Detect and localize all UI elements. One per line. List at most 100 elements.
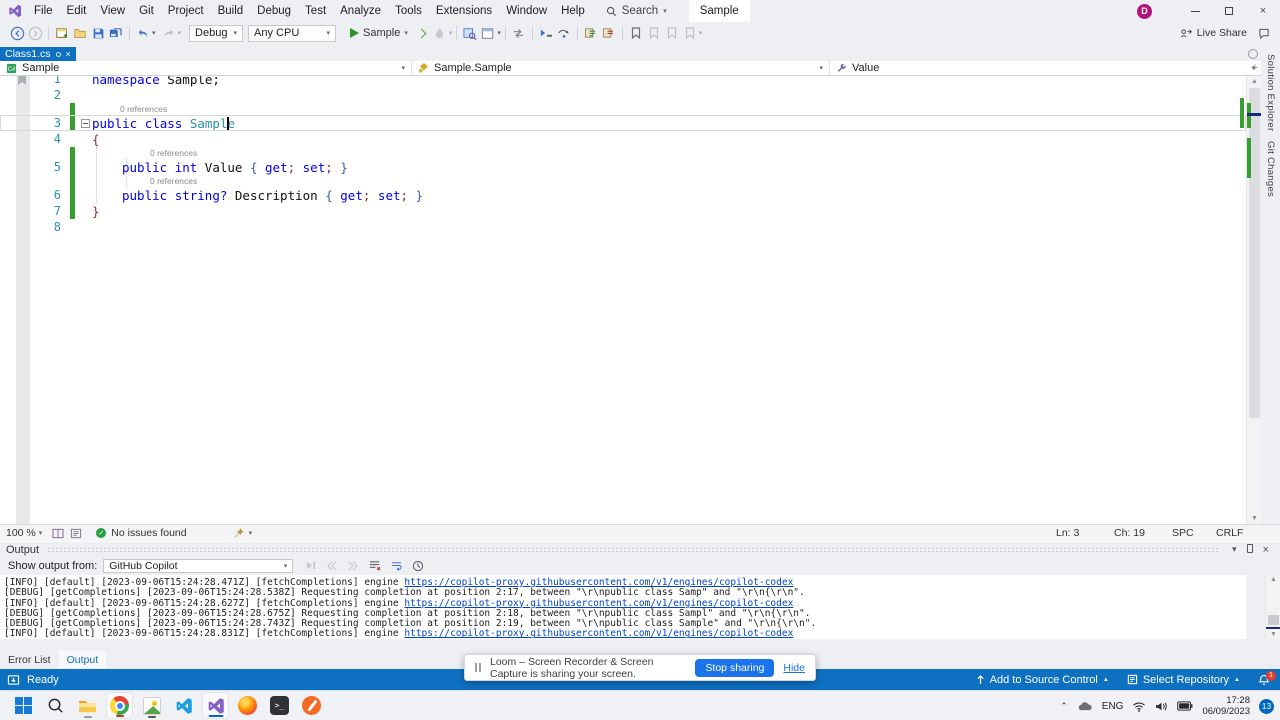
- find-message-icon[interactable]: [305, 560, 317, 571]
- stop-sharing-button[interactable]: Stop sharing: [695, 658, 775, 677]
- window-position-dropdown[interactable]: ▾: [1227, 544, 1242, 555]
- navbar-add-icon[interactable]: +: [1252, 62, 1258, 74]
- pin-panel-icon[interactable]: [1242, 544, 1258, 555]
- editor-vertical-scrollbar[interactable]: ▲ ▼: [1246, 76, 1261, 524]
- toggle-bookmark-button[interactable]: [627, 24, 645, 42]
- hidden-icons-chevron[interactable]: ⌃: [1060, 701, 1068, 712]
- live-share-label[interactable]: Live Share: [1197, 27, 1247, 39]
- terminal-button[interactable]: >_: [266, 692, 293, 719]
- next-bookmark-button[interactable]: [663, 24, 681, 42]
- timestamp-icon[interactable]: [412, 560, 424, 572]
- word-wrap-icon[interactable]: [390, 560, 403, 571]
- start-debugging-button[interactable]: Sample ▾: [346, 24, 412, 42]
- navigate-forward-button[interactable]: [26, 24, 44, 42]
- split-view-icon[interactable]: [52, 528, 64, 539]
- codelens-row[interactable]: 0 references: [0, 175, 1246, 187]
- start-button[interactable]: [10, 692, 37, 719]
- hot-reload-button[interactable]: [431, 24, 449, 42]
- image-app-button[interactable]: [138, 692, 165, 719]
- find-in-files-button[interactable]: [461, 24, 479, 42]
- scrollbar-thumb[interactable]: [1268, 615, 1279, 625]
- menu-test[interactable]: Test: [298, 5, 333, 17]
- new-project-button[interactable]: [53, 24, 71, 42]
- hot-reload-dropdown[interactable]: ▾: [449, 29, 453, 37]
- code-line-5[interactable]: 5 public int Value { get; set; }: [0, 159, 1246, 175]
- open-file-button[interactable]: [71, 24, 89, 42]
- account-avatar[interactable]: D: [1137, 3, 1152, 19]
- project-dropdown[interactable]: C# Sample ▾: [0, 61, 412, 75]
- hide-link[interactable]: Hide: [783, 662, 805, 674]
- log-url-link[interactable]: https://copilot-proxy.githubusercontent.…: [404, 628, 793, 639]
- previous-bookmark-button[interactable]: [645, 24, 663, 42]
- collapse-region-icon[interactable]: [81, 118, 90, 128]
- save-button[interactable]: [89, 24, 107, 42]
- code-line-3[interactable]: 3 public class Sample: [0, 115, 1246, 131]
- type-dropdown[interactable]: Sample.Sample ▾: [412, 61, 830, 75]
- scroll-up-icon[interactable]: ▲: [1266, 576, 1280, 583]
- codelens-row[interactable]: 0 references: [0, 103, 1246, 115]
- battery-icon[interactable]: [1177, 701, 1193, 711]
- member-dropdown[interactable]: Value ▾: [830, 61, 1261, 75]
- scroll-up-icon[interactable]: ▲: [1247, 78, 1261, 85]
- scroll-down-icon[interactable]: ▼: [1247, 515, 1261, 522]
- output-log[interactable]: [INFO] [default] [2023-09-06T15:24:28.47…: [0, 575, 1246, 639]
- window-layout-button[interactable]: [479, 24, 497, 42]
- tab-output[interactable]: Output: [58, 651, 107, 668]
- menu-help[interactable]: Help: [554, 5, 592, 17]
- tab-options-icon[interactable]: [1248, 49, 1258, 59]
- code-line-1[interactable]: 1 namespace Sample;: [0, 76, 1246, 87]
- redo-button[interactable]: [160, 24, 178, 42]
- close-panel-icon[interactable]: ×: [1258, 544, 1274, 556]
- menu-analyze[interactable]: Analyze: [333, 5, 388, 17]
- onedrive-icon[interactable]: [1077, 701, 1093, 712]
- rail-tab-git-changes[interactable]: Git Changes: [1265, 141, 1276, 197]
- bookmarks-overflow-dropdown[interactable]: ▾: [699, 29, 703, 37]
- code-cleanup-icon[interactable]: [233, 527, 246, 539]
- file-explorer-button[interactable]: [74, 692, 101, 719]
- taskbar-search-button[interactable]: [42, 692, 69, 719]
- chrome-button[interactable]: [106, 692, 133, 719]
- notifications-button[interactable]: 1: [1258, 670, 1276, 686]
- solution-platform-dropdown[interactable]: Any CPU ▾: [248, 24, 337, 42]
- menu-project[interactable]: Project: [161, 5, 211, 17]
- menu-debug[interactable]: Debug: [250, 5, 298, 17]
- panel-drag-handle[interactable]: [47, 546, 1220, 553]
- output-scrollbar[interactable]: ▲ ▼: [1265, 575, 1280, 639]
- clear-bookmarks-button[interactable]: [681, 24, 699, 42]
- code-line-7[interactable]: 7}: [0, 203, 1246, 219]
- codelens-row[interactable]: 0 references: [0, 147, 1246, 159]
- code-line-4[interactable]: 4{: [0, 131, 1246, 147]
- search-control[interactable]: Search ▾: [606, 5, 667, 17]
- wifi-icon[interactable]: [1132, 701, 1146, 712]
- minimize-button[interactable]: [1178, 0, 1212, 22]
- close-button[interactable]: ×: [1246, 0, 1280, 22]
- code-editor[interactable]: 1 namespace Sample; 2 0 references 3 public c…: [0, 76, 1261, 524]
- menu-extensions[interactable]: Extensions: [429, 5, 499, 17]
- tab-error-list[interactable]: Error List: [0, 651, 59, 668]
- uncomment-button[interactable]: [600, 24, 618, 42]
- rail-tab-solution-explorer[interactable]: Solution Explorer: [1265, 54, 1276, 131]
- menu-git[interactable]: Git: [132, 5, 161, 17]
- window-layout-dropdown[interactable]: ▾: [497, 29, 501, 37]
- visual-studio-button[interactable]: [202, 692, 229, 719]
- save-all-button[interactable]: [107, 24, 125, 42]
- notification-center-badge[interactable]: 13: [1259, 698, 1274, 714]
- health-status[interactable]: No issues found: [111, 527, 186, 539]
- undo-button[interactable]: [134, 24, 152, 42]
- orange-app-button[interactable]: [298, 692, 325, 719]
- redo-dropdown[interactable]: ▾: [178, 29, 182, 37]
- pin-tab-icon[interactable]: [55, 51, 61, 57]
- previous-message-icon[interactable]: [326, 560, 338, 571]
- taskbar-clock[interactable]: 17:28 06/09/2023: [1202, 695, 1250, 717]
- menu-view[interactable]: View: [93, 5, 132, 17]
- select-repository-button[interactable]: Select Repository ▲: [1127, 674, 1240, 686]
- next-message-icon[interactable]: [347, 560, 359, 571]
- menu-tools[interactable]: Tools: [388, 5, 429, 17]
- comment-button[interactable]: [582, 24, 600, 42]
- code-cleanup-dropdown[interactable]: ▾: [249, 529, 253, 537]
- menu-file[interactable]: File: [27, 5, 60, 17]
- menu-edit[interactable]: Edit: [60, 5, 94, 17]
- document-outline-icon[interactable]: [70, 528, 82, 539]
- step-over-button[interactable]: [555, 24, 573, 42]
- code-line-2[interactable]: 2: [0, 87, 1246, 103]
